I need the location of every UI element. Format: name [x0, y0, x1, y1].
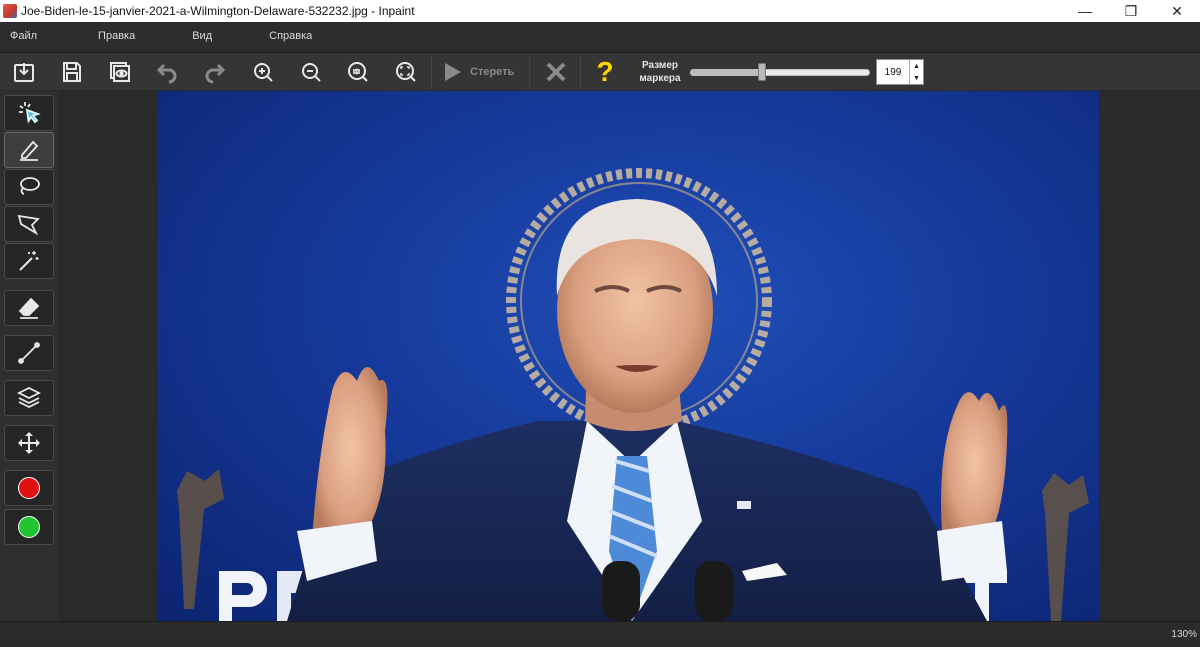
undo-icon — [156, 63, 177, 84]
menu-edit[interactable]: Правка — [88, 30, 145, 42]
tool-magic-wand[interactable] — [4, 243, 54, 279]
zoom-level: 130% — [1171, 629, 1197, 640]
window-title: Joe-Biden-le-15-janvier-2021-a-Wilmingto… — [21, 4, 415, 18]
toolbar-separator — [431, 55, 432, 89]
app-logo-icon — [3, 4, 17, 18]
play-icon — [445, 63, 461, 81]
close-x-icon — [546, 62, 566, 82]
image-canvas[interactable] — [157, 91, 1099, 621]
sparkle-cursor-icon — [19, 102, 41, 124]
photo-subject — [177, 168, 1089, 621]
tool-lasso[interactable] — [4, 169, 54, 205]
save-icon — [63, 62, 81, 82]
stepper-down-icon[interactable]: ▼ — [910, 72, 923, 84]
line-icon — [18, 342, 40, 364]
slider-fill — [690, 69, 762, 76]
erase-label: Стереть — [470, 66, 515, 78]
save-button[interactable] — [57, 57, 87, 87]
magic-wand-icon — [19, 251, 39, 271]
zoom-in-button[interactable] — [248, 57, 278, 87]
window-controls: — ❐ ✕ — [1062, 0, 1200, 22]
layers-icon — [16, 386, 42, 409]
open-button[interactable] — [9, 57, 39, 87]
open-file-icon — [14, 63, 34, 82]
preview-eye-icon — [110, 62, 130, 82]
status-bar: 130% — [0, 621, 1200, 647]
redo-icon — [205, 63, 226, 84]
tool-marker[interactable] — [4, 132, 54, 168]
polygon-lasso-icon — [17, 214, 40, 236]
stepper-up-icon[interactable]: ▲ — [910, 60, 923, 72]
minimize-button[interactable]: — — [1062, 0, 1108, 22]
slider-thumb[interactable] — [758, 63, 766, 81]
red-color-swatch — [18, 477, 40, 499]
move-arrows-icon — [18, 432, 40, 454]
canvas-area[interactable] — [58, 91, 1200, 621]
marker-size-stepper[interactable]: 199 ▲ ▼ — [876, 59, 924, 85]
tool-move[interactable] — [4, 425, 54, 461]
toolbar: Стереть ? Размер маркера 199 ▲ ▼ — [0, 52, 1200, 90]
tool-line[interactable] — [4, 335, 54, 371]
color-green-button[interactable] — [4, 509, 54, 545]
tools-panel — [0, 91, 58, 621]
help-button[interactable]: ? — [590, 56, 620, 87]
marker-size-label-line1: Размер — [641, 60, 678, 71]
undo-button[interactable] — [152, 57, 182, 87]
eraser-icon — [18, 297, 40, 319]
zoom-out-button[interactable] — [296, 57, 326, 87]
menu-bar: Файл Правка Вид Справка — [0, 22, 1200, 50]
actual-size-icon — [348, 62, 368, 82]
redo-button[interactable] — [200, 57, 230, 87]
tool-polygon-lasso[interactable] — [4, 206, 54, 242]
zoom-in-icon — [254, 63, 273, 82]
marker-size-label-line2: маркера — [639, 73, 681, 84]
tool-magic-select[interactable] — [4, 95, 54, 131]
fit-window-icon — [396, 62, 416, 82]
marker-pen-icon — [20, 140, 39, 161]
tool-eraser[interactable] — [4, 290, 54, 326]
toolbar-separator — [580, 55, 581, 89]
menu-help[interactable]: Справка — [259, 30, 322, 42]
help-question-icon: ? — [596, 56, 614, 87]
menu-view[interactable]: Вид — [182, 30, 222, 42]
close-button[interactable]: ✕ — [1154, 0, 1200, 22]
erase-button[interactable]: Стереть — [440, 57, 514, 87]
color-red-button[interactable] — [4, 470, 54, 506]
marker-size-label: Размер маркера — [630, 59, 690, 85]
zoom-out-icon — [302, 63, 321, 82]
preview-button[interactable] — [105, 57, 135, 87]
tool-layers[interactable] — [4, 380, 54, 416]
marker-size-slider[interactable] — [690, 63, 870, 81]
toolbar-separator — [529, 55, 530, 89]
cancel-button[interactable] — [541, 57, 571, 87]
title-bar: Joe-Biden-le-15-janvier-2021-a-Wilmingto… — [0, 0, 1200, 22]
lasso-icon — [20, 177, 40, 195]
fit-window-button[interactable] — [391, 57, 421, 87]
restore-button[interactable]: ❐ — [1108, 0, 1154, 22]
marker-size-value[interactable]: 199 — [877, 60, 909, 84]
green-color-swatch — [18, 516, 40, 538]
actual-size-button[interactable] — [343, 57, 373, 87]
stepper-arrows: ▲ ▼ — [909, 60, 923, 84]
menu-file[interactable]: Файл — [0, 30, 47, 42]
